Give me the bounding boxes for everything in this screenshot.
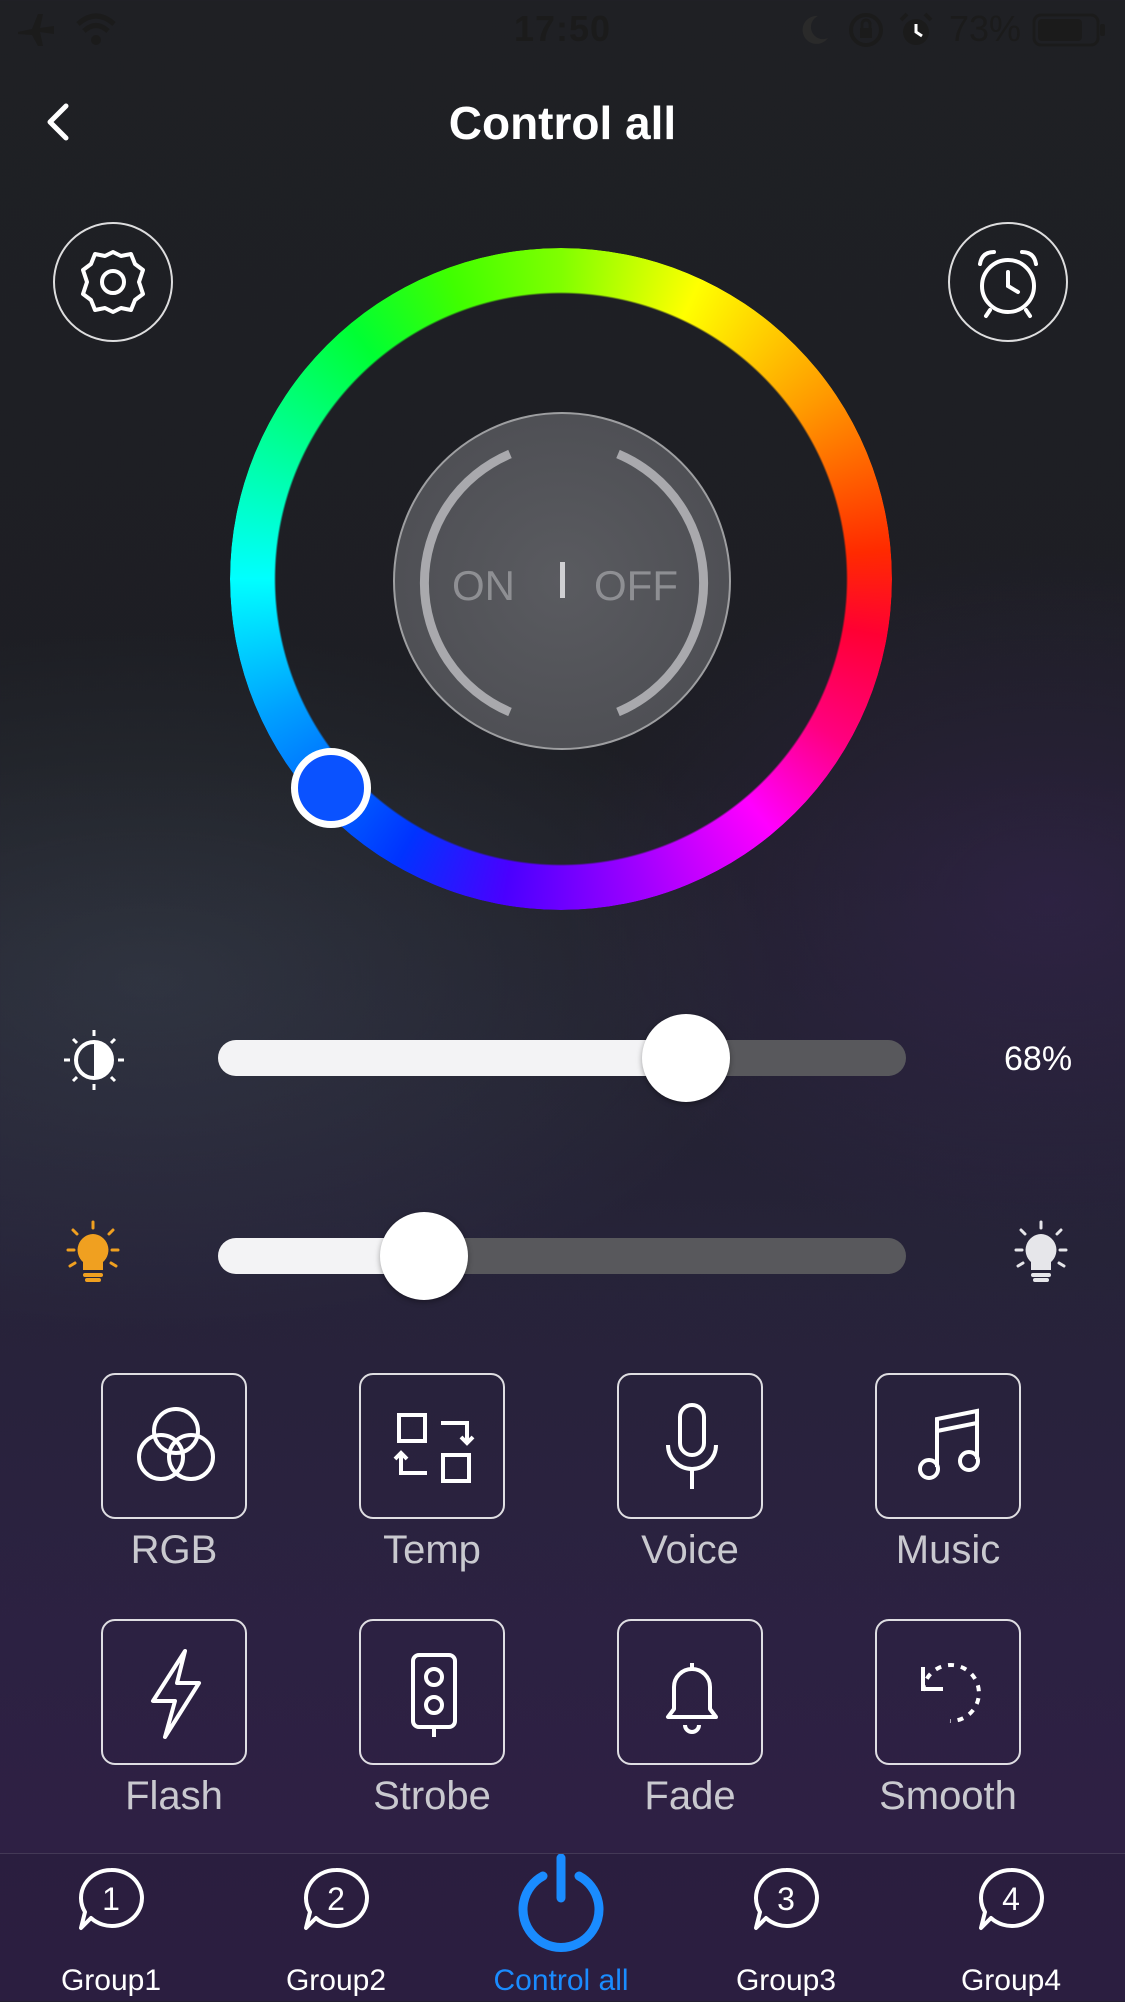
tab-group4-number: 4 xyxy=(1002,1881,1020,1917)
rotation-lock-icon xyxy=(849,13,883,47)
lightning-icon xyxy=(151,1649,201,1739)
temperature-slider[interactable] xyxy=(218,1238,906,1274)
strobe-mode-label: Strobe xyxy=(373,1774,491,1818)
cool-bulb-icon xyxy=(1014,1220,1068,1282)
voice-mode-button[interactable] xyxy=(617,1373,763,1519)
timer-button[interactable] xyxy=(948,222,1068,342)
chat-bubble-2-icon: 2 xyxy=(304,1867,369,1930)
smooth-mode-button[interactable] xyxy=(875,1619,1021,1765)
temp-swap-icon xyxy=(393,1413,475,1483)
strobe-mode-button[interactable] xyxy=(359,1619,505,1765)
brightness-slider-thumb[interactable] xyxy=(641,1014,730,1102)
music-note-icon xyxy=(918,1408,980,1480)
chat-bubble-4-icon: 4 xyxy=(979,1867,1044,1930)
fade-mode-button[interactable] xyxy=(617,1619,763,1765)
tab-group2-label: Group2 xyxy=(285,1964,387,1997)
tab-group3[interactable]: 3 Group3 xyxy=(686,1854,886,2002)
tab-group3-number: 3 xyxy=(777,1881,795,1917)
alarm-clock-icon xyxy=(978,250,1038,318)
flash-mode-label: Flash xyxy=(125,1774,223,1818)
chat-bubble-3-icon: 3 xyxy=(754,1867,819,1930)
smooth-mode-label: Smooth xyxy=(879,1774,1017,1818)
temp-mode-button[interactable] xyxy=(359,1373,505,1519)
tab-group1-label: Group1 xyxy=(60,1964,162,1997)
rotate-icon xyxy=(921,1663,981,1724)
moon-icon xyxy=(802,15,828,44)
tab-group1-number: 1 xyxy=(102,1881,120,1917)
tab-group1[interactable]: 1 Group1 xyxy=(11,1854,211,2002)
settings-button[interactable] xyxy=(53,222,173,342)
temp-mode-label: Temp xyxy=(383,1528,481,1572)
rgb-mode-button[interactable] xyxy=(101,1373,247,1519)
tab-group2-number: 2 xyxy=(327,1881,345,1917)
bell-icon xyxy=(666,1663,718,1734)
tab-control-all-label: Control all xyxy=(493,1964,629,1997)
music-mode-label: Music xyxy=(895,1528,1001,1572)
brightness-icon xyxy=(64,1030,124,1090)
fade-mode-label: Fade xyxy=(644,1774,736,1818)
alarm-status-icon xyxy=(899,12,933,45)
tab-group4[interactable]: 4 Group4 xyxy=(911,1854,1111,2002)
gear-icon xyxy=(81,250,145,314)
microphone-icon xyxy=(666,1403,718,1489)
strobe-icon xyxy=(411,1653,457,1737)
chat-bubble-1-icon: 1 xyxy=(79,1867,144,1930)
warm-bulb-icon xyxy=(66,1220,120,1282)
power-icon xyxy=(518,1854,604,1952)
tab-control-all[interactable]: Control all xyxy=(461,1854,661,2002)
battery-percent: 73% xyxy=(948,8,1021,49)
battery-icon xyxy=(1032,13,1105,47)
status-bar: 17:50 73% xyxy=(0,0,1125,60)
voice-mode-label: Voice xyxy=(641,1528,739,1572)
brightness-slider[interactable] xyxy=(218,1040,906,1076)
temperature-slider-thumb[interactable] xyxy=(380,1212,469,1300)
toggle-on-label[interactable]: ON xyxy=(452,562,515,610)
music-mode-button[interactable] xyxy=(875,1373,1021,1519)
brightness-slider-fill xyxy=(218,1040,686,1076)
rgb-circles-icon xyxy=(137,1407,215,1481)
tab-group4-label: Group4 xyxy=(960,1964,1062,1997)
tab-bar: 1 Group1 2 Group2 Control all 3 Group3 4… xyxy=(0,1853,1125,2002)
brightness-value: 68% xyxy=(1004,1040,1073,1078)
toggle-divider xyxy=(560,562,565,598)
color-wheel-knob[interactable] xyxy=(291,748,371,828)
rgb-mode-label: RGB xyxy=(130,1528,218,1572)
toggle-off-label[interactable]: OFF xyxy=(594,562,678,610)
tab-group2[interactable]: 2 Group2 xyxy=(236,1854,436,2002)
page-title: Control all xyxy=(448,97,677,149)
tab-group3-label: Group3 xyxy=(735,1964,837,1997)
flash-mode-button[interactable] xyxy=(101,1619,247,1765)
